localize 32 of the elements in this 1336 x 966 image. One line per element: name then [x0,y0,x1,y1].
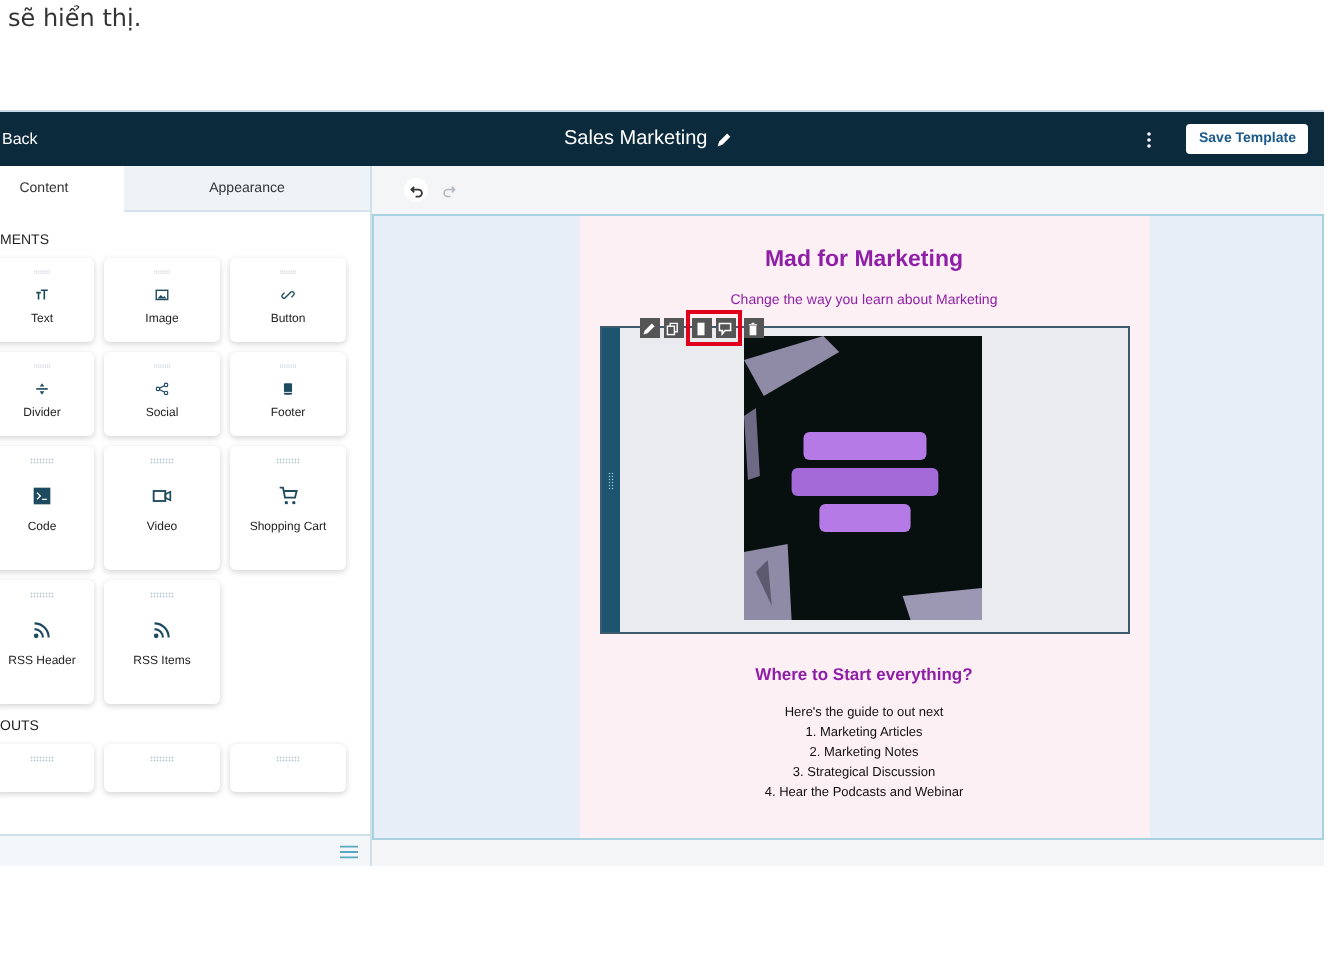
divider-icon [32,382,52,396]
cart-icon [278,486,298,506]
share-icon [152,382,172,396]
toolbar-button[interactable] [713,310,741,346]
image-icon [152,288,172,302]
rss-icon [32,620,52,640]
comment-icon[interactable] [718,321,732,335]
toolbar-button[interactable] [685,310,713,346]
rss-icon [152,620,172,640]
copy-icon[interactable] [666,321,680,335]
element-tile[interactable] [230,744,346,792]
video-camera-icon [152,486,172,506]
template-title: Sales Marketing [564,128,708,150]
pencil-icon[interactable] [642,321,656,335]
terminal-icon [32,486,52,506]
more-menu-icon[interactable] [1146,129,1153,149]
redo-icon [441,183,455,197]
caption-text: sẽ hiển thị. [6,2,144,36]
bookmark-icon[interactable] [694,321,708,335]
element-tile[interactable] [104,744,220,792]
text-size-icon [32,288,52,302]
footer-icon [278,382,298,396]
link-icon [278,288,298,302]
undo-icon [409,183,423,197]
back-link[interactable]: Back [2,130,38,148]
trash-icon[interactable] [746,321,760,335]
email-title: Mad for Marketing [764,248,964,272]
section-heading: Where to Start everything? [755,664,973,684]
element-tile[interactable] [0,744,94,792]
undo-button[interactable] [404,178,428,202]
menu-icon[interactable] [340,843,358,859]
pencil-icon[interactable] [715,131,732,147]
